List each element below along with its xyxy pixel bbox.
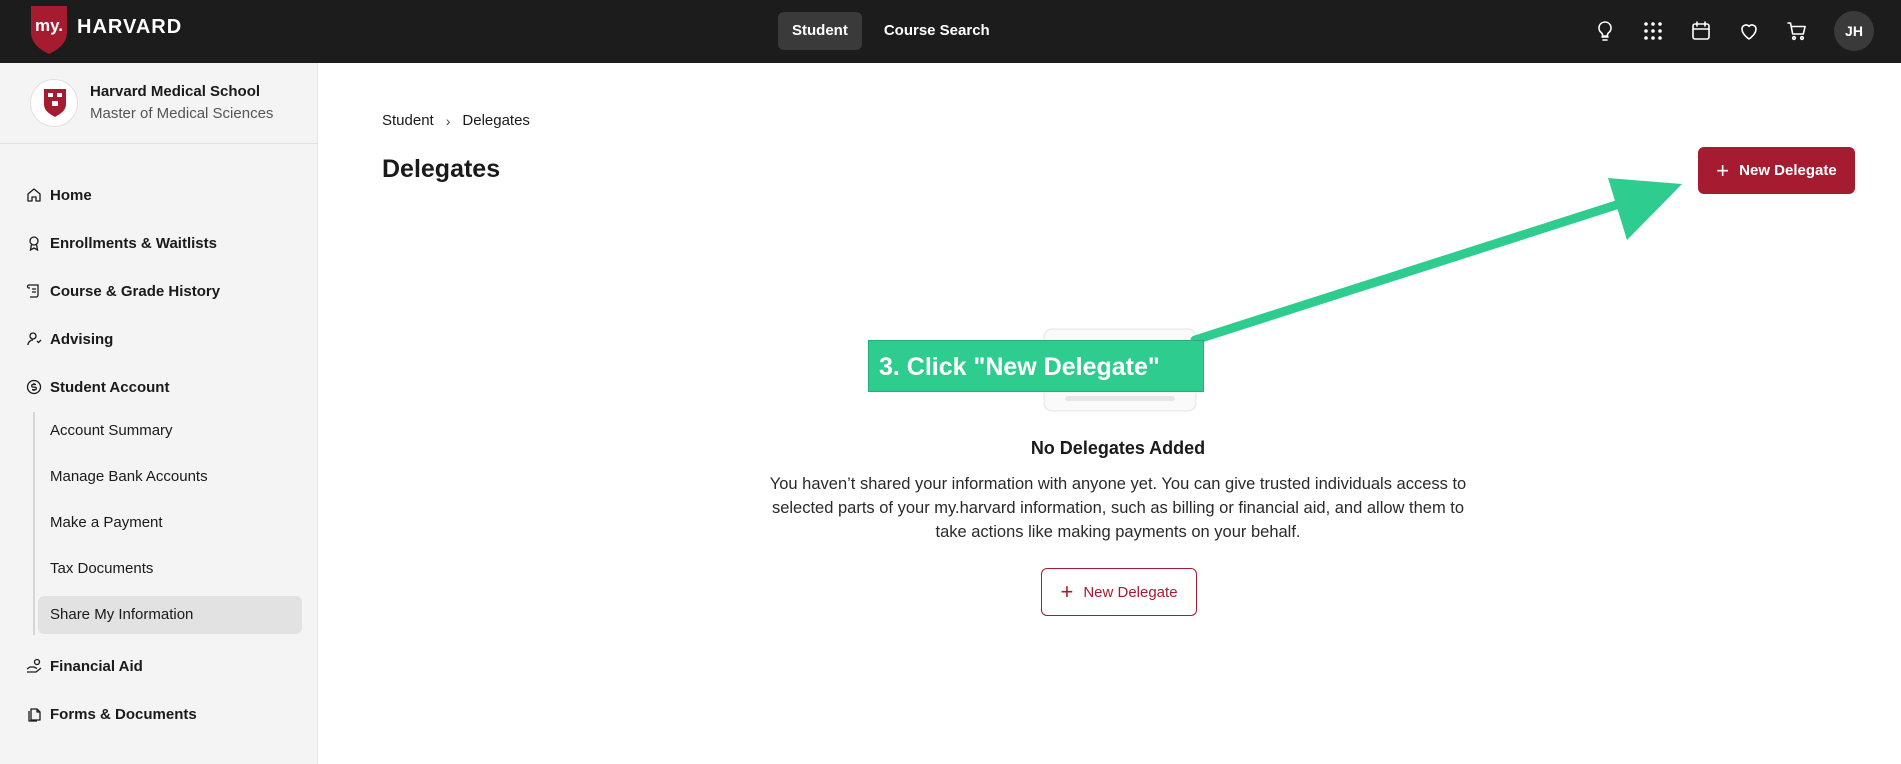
subitem-share-my-information[interactable]: Share My Information [38, 596, 302, 634]
sidebar: Harvard Medical School Master of Medical… [0, 63, 318, 764]
nav-student[interactable]: Student [778, 12, 862, 50]
annotation-label: 3. Click "New Delegate" [868, 340, 1204, 392]
apps-grid-icon[interactable] [1641, 19, 1665, 43]
breadcrumb-delegates: Delegates [462, 112, 530, 129]
sidebar-item-course-history[interactable]: Course & Grade History [26, 276, 220, 306]
sidebar-item-home[interactable]: Home [26, 180, 92, 210]
cart-icon[interactable] [1785, 19, 1809, 43]
lightbulb-icon[interactable] [1593, 19, 1617, 43]
school-program: Master of Medical Sciences [90, 105, 274, 122]
subitem-make-a-payment[interactable]: Make a Payment [38, 504, 302, 542]
breadcrumb: Student › Delegates [382, 112, 530, 129]
sidebar-item-financial-aid[interactable]: Financial Aid [26, 651, 143, 681]
new-delegate-button[interactable]: + New Delegate [1698, 147, 1855, 194]
sidebar-item-advising[interactable]: Advising [26, 324, 113, 354]
breadcrumb-student[interactable]: Student [382, 112, 434, 129]
empty-state-description: You haven’t shared your information with… [769, 475, 1467, 541]
school-seal-icon [30, 79, 78, 127]
empty-new-delegate-button-label: New Delegate [1083, 583, 1178, 601]
documents-icon [28, 708, 41, 722]
logo-prefix: my. [35, 16, 64, 35]
sidebar-item-label: Course & Grade History [50, 282, 221, 300]
sidebar-item-forms-documents[interactable]: Forms & Documents [26, 699, 197, 729]
subitem-tax-documents[interactable]: Tax Documents [38, 550, 302, 588]
home-icon [27, 188, 41, 202]
sidebar-item-label: Home [50, 186, 92, 204]
user-avatar[interactable]: JH [1834, 11, 1874, 51]
school-header[interactable]: Harvard Medical School Master of Medical… [0, 63, 318, 144]
top-bar: my. HARVARD Student Course Search JH [0, 0, 1901, 63]
sidebar-item-label: Financial Aid [50, 657, 143, 675]
plus-icon: + [1716, 157, 1730, 183]
sidebar-item-label: Enrollments & Waitlists [50, 234, 217, 252]
subitem-manage-bank-accounts[interactable]: Manage Bank Accounts [38, 458, 302, 496]
sidebar-item-label: Student Account [50, 378, 170, 396]
empty-new-delegate-button[interactable]: + New Delegate [1041, 568, 1197, 616]
scroll-icon [26, 284, 39, 298]
empty-state-title: No Delegates Added [1030, 438, 1206, 458]
chevron-right-icon: › [445, 112, 451, 129]
hand-coins-icon [26, 658, 42, 673]
page-title: Delegates [382, 155, 501, 183]
logo-text: HARVARD [77, 16, 183, 38]
calendar-icon[interactable] [1689, 19, 1713, 43]
person-icon [27, 332, 42, 346]
sidebar-item-student-account[interactable]: Student Account [26, 372, 169, 402]
award-icon [29, 236, 39, 251]
new-delegate-button-label: New Delegate [1739, 162, 1837, 179]
sidebar-item-enrollments[interactable]: Enrollments & Waitlists [26, 228, 217, 258]
my-harvard-logo[interactable]: my. HARVARD [29, 6, 181, 56]
heart-icon[interactable] [1737, 19, 1761, 43]
sidebar-item-label: Forms & Documents [50, 705, 197, 723]
nav-course-search[interactable]: Course Search [870, 12, 1004, 50]
school-name: Harvard Medical School [90, 83, 261, 100]
plus-icon: + [1060, 579, 1074, 604]
top-nav: Student Course Search [778, 12, 1004, 50]
dollar-circle-icon [26, 379, 42, 395]
sidebar-item-label: Advising [50, 330, 114, 348]
